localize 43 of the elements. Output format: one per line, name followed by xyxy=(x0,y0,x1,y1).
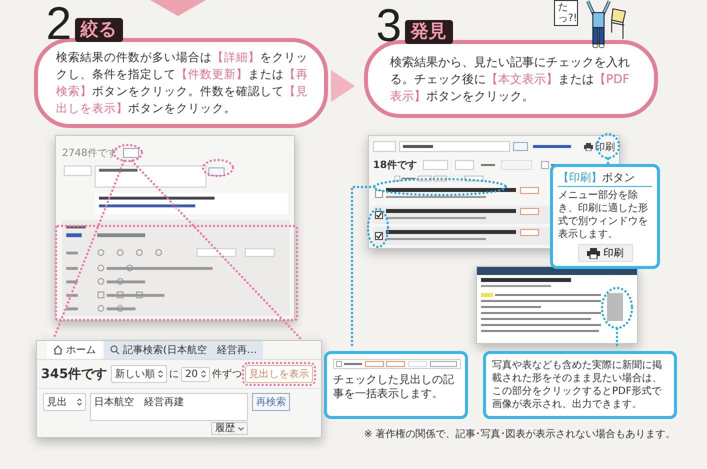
footnote: ※ 著作権の関係で、記事･写真･図表が表示されない場合もあります。 xyxy=(364,428,676,441)
instruction-bubble: 検索結果の件数が多い場合は【詳細】をクリックし、条件を指定して【件数更新】または【再検索】ボタンをクリック。件数を確認して【見出しを表示】ボタンをクリック。 xyxy=(34,38,328,128)
checkbox[interactable] xyxy=(375,211,383,219)
per-page-label: に xyxy=(169,368,180,381)
print-button[interactable]: 印刷 xyxy=(578,244,632,262)
step-title: 発見 xyxy=(404,20,453,44)
history-dropdown[interactable]: 履歴 xyxy=(211,422,248,435)
printer-icon xyxy=(584,143,593,151)
speech-bubble: たっ?! xyxy=(554,0,578,26)
down-arrow-icon xyxy=(150,0,206,16)
result-count: 18件です xyxy=(373,158,417,172)
leader-line xyxy=(606,158,610,166)
callout-text: 写真や表なども含めた実際に新聞に掲載された形をそのまま見たい場合は、この部分をクリックするとPDF形式で画像が表示され、出力できます。 xyxy=(492,359,663,411)
search-icon xyxy=(110,345,120,355)
dropdown-arrows-icon xyxy=(158,370,164,378)
query-field[interactable]: 日本航空 経営再建 xyxy=(90,393,248,421)
result-count: 345件です xyxy=(41,366,108,383)
printer-icon xyxy=(586,248,600,258)
browser-tab[interactable]: ホーム xyxy=(47,341,102,359)
per-page-unit: 件ずつ xyxy=(212,368,242,381)
callout-text: メニュー部分を除き、印刷に適した形式で別ウィンドウを表示します。 xyxy=(558,189,649,241)
chevron-down-icon xyxy=(238,426,244,430)
result-count: 2748件です xyxy=(62,147,118,160)
dropdown-arrows-icon xyxy=(200,370,206,378)
checkbox[interactable] xyxy=(375,190,383,198)
highlight-ellipse xyxy=(596,132,620,160)
highlight-ellipse xyxy=(600,286,634,330)
sort-select[interactable]: 新しい順 xyxy=(111,365,168,383)
search-button[interactable]: 再検索 xyxy=(252,393,290,411)
browser-tab[interactable]: 記事検索(日本航空 経営再… xyxy=(104,341,263,359)
home-icon xyxy=(53,345,63,355)
per-page-select[interactable]: 20 xyxy=(181,366,210,382)
dropdown-arrows-icon xyxy=(77,398,82,406)
callout-text: チェックした見出しの記事を一括表示します。 xyxy=(333,373,455,401)
highlight-ellipse xyxy=(202,158,234,178)
instruction-bubble: 検索結果から、見たい記事にチェックを入れる。チェック後に【本文表示】または【PDF表示】ボタンをクリック。 xyxy=(364,40,658,118)
step-title: 絞る xyxy=(74,18,123,42)
callout-title: 【印刷】ボタン xyxy=(558,170,652,187)
checkbox[interactable] xyxy=(375,232,383,240)
highlight-ellipse xyxy=(366,208,390,248)
person-with-chair-drawing xyxy=(584,0,628,49)
field-select[interactable]: 見出 xyxy=(43,393,86,411)
right-arrow-icon xyxy=(331,70,355,102)
